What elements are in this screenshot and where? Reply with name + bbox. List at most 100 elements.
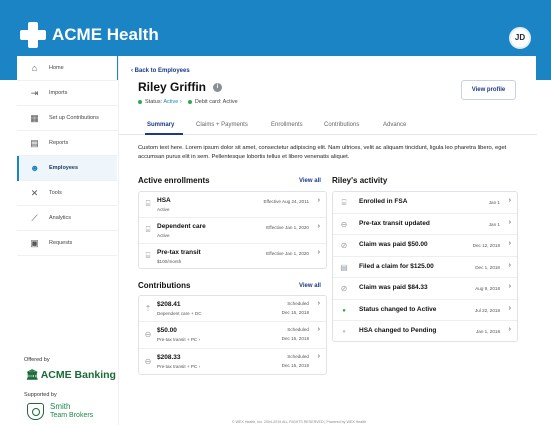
info-icon[interactable]: i [213, 83, 222, 92]
sidebar-item-label: Imports [49, 90, 68, 96]
sidebar-item-label: Employees [49, 165, 79, 171]
enrollment-amount: $100/month [157, 259, 182, 264]
sidebar-item-setup-contributions[interactable]: ▦ Set up Contributions [17, 106, 117, 131]
tab-enrollments[interactable]: Enrollments [271, 122, 303, 128]
contribution-plan: Pre-tax transit + PC › [157, 337, 201, 342]
transfer-icon: ⇡ [144, 304, 152, 313]
debit-dot-icon [187, 99, 192, 104]
activity-title: Claim was paid $50.00 [359, 241, 428, 248]
calendar-icon: ▦ [30, 113, 39, 123]
contribution-row[interactable]: ⊖ $50.00 Pre-tax transit + PC › Schedule… [139, 322, 326, 349]
people-icon: ☻ [30, 163, 40, 173]
chevron-right-icon: › [508, 261, 511, 269]
chevron-right-icon: › [317, 300, 320, 307]
bank-logo[interactable]: 🏛 ACME Banking [26, 369, 116, 381]
contributions-title: Contributions [138, 281, 191, 290]
tab-bar: Summary Claims + Payments Enrollments Co… [119, 118, 537, 135]
footer-copyright: © WEX Health, Inc. 2004-2019 ALL RIGHTS … [232, 420, 367, 424]
bus-icon: ⊖ [340, 219, 348, 229]
enrollments-card: ⌸ HSA Active Effective Aug 24, 2011 › ⌸ … [138, 191, 327, 269]
activity-date: Jan 1 [488, 200, 500, 205]
activity-row[interactable]: ● HSA changed to Pending Jan 1, 2018 › [333, 321, 517, 342]
sidebar-item-employees[interactable]: ☻ Employees [17, 156, 117, 181]
enrollment-row-pre-tax-transit[interactable]: ⌸ Pre-tax transit $100/month Effective J… [139, 244, 326, 269]
activity-title: Status changed to Active [359, 305, 437, 313]
contribution-date: Dec 15, 2018 [281, 336, 309, 341]
activity-row[interactable]: ● Status changed to Active Jul 22, 2018 … [333, 300, 517, 321]
status-value-link[interactable]: Active › [163, 99, 181, 105]
enrollment-row-dependent-care[interactable]: ⌸ Dependent care Active Effective Jan 1,… [139, 218, 326, 244]
tab-advance[interactable]: Advance [383, 122, 406, 128]
contribution-amount: $50.00 [157, 327, 177, 334]
status-label: Status: [145, 99, 163, 105]
activity-title: Enrolled in FSA [359, 198, 408, 205]
enrollment-status: Active [157, 207, 170, 212]
view-profile-button[interactable]: View profile [461, 80, 516, 100]
sidebar-item-label: Tools [49, 190, 62, 196]
contribution-row[interactable]: ⇡ $208.41 Dependent care + DC Scheduled … [139, 296, 326, 322]
activity-row[interactable]: ⊘ Claim was paid $50.00 Dec 12, 2018 › [333, 235, 517, 257]
contribution-date: Dec 15, 2018 [281, 310, 309, 315]
sidebar-item-requests[interactable]: ▣ Requests [17, 231, 117, 256]
bank-icon: ⌸ [145, 251, 151, 260]
sidebar-item-label: Set up Contributions [49, 115, 99, 121]
brand-logo-icon [20, 22, 46, 48]
broker-name[interactable]: Smith [50, 402, 70, 411]
activity-date: Dec 12, 2018 [472, 243, 500, 248]
bus-icon: ⊖ [144, 357, 152, 366]
document-icon: ▤ [340, 262, 348, 272]
enrollment-row-hsa[interactable]: ⌸ HSA Active Effective Aug 24, 2011 › [139, 192, 326, 218]
chevron-right-icon: › [508, 283, 511, 290]
activity-row[interactable]: ⌸ Enrolled in FSA Jan 1 › [333, 192, 517, 214]
analytics-icon: ⟋ [31, 213, 38, 223]
contribution-amount: $208.33 [157, 354, 181, 361]
sidebar-item-imports[interactable]: ⇥ Imports [17, 81, 117, 106]
contributions-view-all-link[interactable]: View all [299, 283, 321, 289]
activity-title: Pre-tax transit updated [359, 219, 430, 227]
sidebar-item-reports[interactable]: ▤ Reports [17, 131, 117, 156]
activity-row[interactable]: ⊘ Claim was paid $84.33 Aug 9, 2018 › [333, 278, 517, 300]
active-enrollments-title: Active enrollments [138, 176, 210, 185]
enrollment-title: Dependent care [157, 223, 206, 230]
enrollment-title: Pre-tax transit [157, 249, 201, 256]
sidebar-item-label: Reports [49, 140, 69, 146]
broker-subtitle: Team Brokers [50, 412, 94, 419]
tab-claims-payments[interactable]: Claims + Payments [196, 122, 248, 128]
sidebar-item-tools[interactable]: ✕ Tools [17, 181, 117, 206]
contribution-status: Scheduled [287, 354, 309, 359]
contribution-status: Scheduled [287, 327, 309, 332]
activity-title: HSA changed to Pending [359, 327, 437, 334]
sidebar-item-label: Analytics [49, 215, 72, 221]
bank-icon: ⌸ [341, 198, 347, 207]
activity-date: Jan 1, 2018 [475, 329, 500, 334]
enrollment-effective-date: Effective Jan 1, 2020 [266, 251, 309, 256]
tab-contributions[interactable]: Contributions [324, 122, 359, 128]
sidebar-item-analytics[interactable]: ⟋ Analytics [17, 206, 117, 231]
tab-summary[interactable]: Summary [147, 122, 174, 128]
activity-date: Dec 1, 2018 [475, 264, 500, 270]
brand-name[interactable]: ACME Health [52, 25, 159, 45]
enrollments-view-all-link[interactable]: View all [299, 178, 321, 184]
activity-title: Claim was paid $84.33 [359, 284, 428, 291]
bank-name: ACME Banking [40, 369, 116, 381]
import-icon: ⇥ [30, 88, 39, 98]
back-to-employees-link[interactable]: ‹ Back to Employees [131, 68, 190, 74]
chevron-right-icon: › [317, 353, 320, 360]
contribution-row[interactable]: ⊖ $208.33 Pre-tax transit + PC › Schedul… [139, 349, 326, 375]
user-avatar[interactable]: JD [509, 27, 531, 49]
tools-icon: ✕ [30, 188, 39, 198]
activity-title: Riley's activity [332, 176, 388, 185]
chevron-right-icon: › [508, 304, 511, 312]
main-panel: ‹ Back to Employees Riley Griffin i Stat… [118, 56, 537, 425]
status-line: Status: Active › Debit card: Active [138, 99, 238, 105]
activity-card: ⌸ Enrolled in FSA Jan 1 › ⊖ Pre-tax tran… [332, 191, 518, 342]
gray-dot-icon: ● [342, 329, 346, 335]
sidebar-item-home[interactable]: ⌂ Home [17, 56, 117, 81]
active-tab-indicator [145, 133, 183, 135]
activity-row[interactable]: ⊖ Pre-tax transit updated Jan 1 › [333, 214, 517, 235]
activity-row[interactable]: ▤ Filed a claim for $125.00 Dec 1, 2018 … [333, 257, 517, 278]
activity-title: Filed a claim for $125.00 [359, 262, 434, 270]
activity-date: Aug 9, 2018 [475, 286, 500, 291]
employee-name: Riley Griffin [138, 80, 207, 94]
contribution-amount: $208.41 [157, 301, 181, 308]
